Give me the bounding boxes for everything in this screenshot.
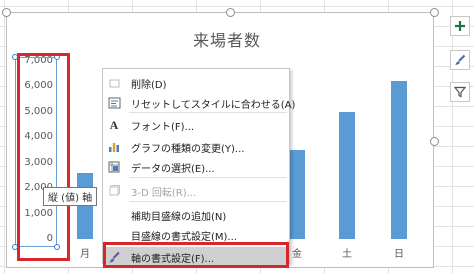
menu-item-label: データの選択(E)...	[131, 163, 215, 175]
font-icon: A	[109, 117, 119, 132]
chart-styles-button[interactable]	[450, 50, 470, 70]
menu-item[interactable]: 補助目盛線の追加(N)	[103, 205, 289, 225]
menu-item-label: 目盛線の書式設定(M)...	[131, 231, 237, 243]
chart-filters-button[interactable]	[450, 82, 470, 102]
x-category-label: 日	[394, 249, 404, 260]
brush-icon	[455, 54, 466, 65]
bar-土[interactable]	[339, 111, 355, 239]
menu-item-label: フォント(F)...	[131, 121, 195, 133]
menu-item-label: リセットしてスタイルに合わせる(A)	[131, 99, 296, 111]
chart-elements-button[interactable]	[450, 16, 470, 36]
select-data-icon	[103, 157, 125, 177]
menu-item-label: 補助目盛線の追加(N)	[131, 211, 227, 223]
menu-item: 3-D 回転(R)...	[103, 181, 289, 201]
blank-icon	[103, 205, 125, 225]
menu-item-label: 削除(D)	[131, 79, 167, 91]
x-category-label: 金	[292, 249, 302, 260]
x-category-label: 月	[80, 249, 90, 260]
menu-item-label: 3-D 回転(R)...	[131, 187, 197, 199]
menu-item[interactable]: 削除(D)	[103, 73, 289, 93]
menu-separator	[129, 201, 287, 202]
menu-item-label: グラフの種類の変更(Y)...	[131, 143, 245, 155]
menu-item[interactable]: A フォント(F)...	[103, 115, 289, 135]
x-category-label: 土	[342, 249, 352, 260]
menu-item[interactable]: リセットしてスタイルに合わせる(A)	[103, 93, 295, 113]
reset-style-icon	[103, 93, 125, 113]
axis-tooltip: 縦 (値) 軸	[43, 187, 98, 206]
3d-rotation-icon	[103, 181, 125, 201]
chart-type-icon	[103, 137, 125, 157]
y-axis-highlight-box	[17, 53, 70, 261]
delete-icon	[103, 73, 125, 93]
bar-日[interactable]	[391, 81, 407, 239]
context-menu[interactable]: 削除(D) リセットしてスタイルに合わせる(A) A フォント(F)... グラフの種類…	[102, 68, 295, 267]
plus-icon	[455, 21, 465, 31]
menu-item[interactable]: データの選択(E)...	[103, 157, 289, 177]
menu-item[interactable]: グラフの種類の変更(Y)...	[103, 137, 289, 157]
menu-separator	[129, 177, 287, 178]
bar-金[interactable]	[289, 150, 305, 239]
filter-icon	[454, 86, 466, 98]
format-axis-highlight-box	[103, 242, 289, 268]
